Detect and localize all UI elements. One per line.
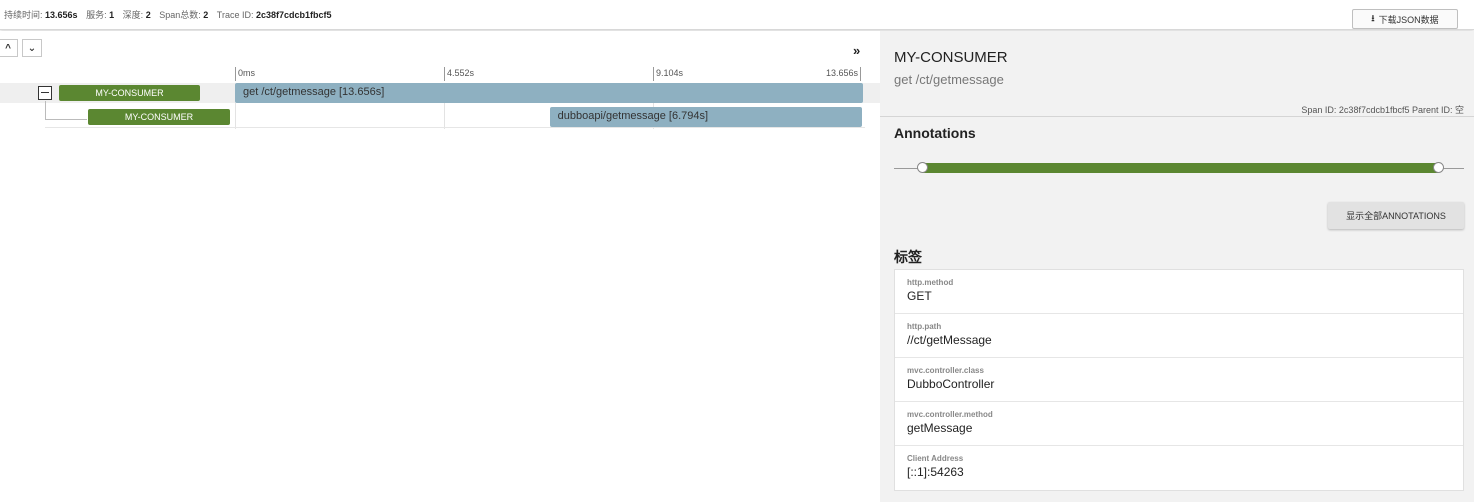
span-count-label: Span总数:	[159, 10, 201, 20]
collapse-detail-button[interactable]: »	[853, 43, 860, 58]
tags-list: http.method GET http.path //ct/getMessag…	[894, 269, 1464, 491]
service-badge: MY-CONSUMER	[59, 85, 200, 101]
tick-label: 9.104s	[653, 67, 683, 81]
collapse-toggle-icon[interactable]	[38, 86, 52, 100]
span-bar[interactable]: dubboapi/getmessage [6.794s]	[549, 107, 862, 127]
trace-id-label: Trace ID:	[216, 10, 254, 20]
annotations-heading: Annotations	[894, 125, 976, 141]
chevron-up-icon: ^	[5, 42, 11, 54]
download-json-button[interactable]: ⭳ 下载JSON数据	[1352, 9, 1458, 29]
trace-summary: 持续时间: 13.656s 服务: 1 深度: 2 Span总数: 2 Trac…	[4, 8, 338, 21]
tag-value: getMessage	[907, 421, 973, 435]
services-label: 服务:	[86, 10, 107, 20]
trace-summary-bar: 持续时间: 13.656s 服务: 1 深度: 2 Span总数: 2 Trac…	[0, 0, 1474, 30]
tag-item: mvc.controller.method getMessage	[895, 402, 1463, 446]
chevron-down-icon: ⌄	[27, 42, 37, 54]
duration-label: 持续时间:	[4, 10, 43, 20]
annotation-timeline-bar	[922, 163, 1438, 173]
service-badge: MY-CONSUMER	[88, 109, 230, 125]
detail-service-name: MY-CONSUMER	[894, 49, 1008, 66]
detail-span-name: get /ct/getmessage	[894, 72, 1004, 87]
tag-value: GET	[907, 289, 932, 303]
tick-label: 13.656s	[826, 67, 861, 81]
row-divider	[45, 127, 865, 128]
duration-value: 13.656s	[45, 10, 78, 20]
span-count-value: 2	[203, 10, 209, 20]
download-json-label: 下载JSON数据	[1378, 14, 1439, 25]
tag-value: [::1]:54263	[907, 465, 964, 479]
depth-label: 深度:	[122, 10, 144, 20]
tag-key: mvc.controller.class	[907, 366, 984, 375]
tags-heading: 标签	[894, 249, 922, 265]
annotation-marker-end[interactable]	[1433, 162, 1444, 173]
depth-value: 2	[145, 10, 151, 20]
timeline-axis: 0ms 4.552s 9.104s 13.656s	[235, 67, 865, 81]
divider	[880, 116, 1474, 117]
services-value: 1	[109, 10, 115, 20]
span-row[interactable]: MY-CONSUMER get /ct/getmessage [13.656s]	[0, 83, 880, 103]
tag-item: http.path //ct/getMessage	[895, 314, 1463, 358]
trace-id-value: 2c38f7cdcb1fbcf5	[256, 10, 332, 20]
tag-item: Client Address [::1]:54263	[895, 446, 1463, 490]
expand-down-button[interactable]: ⌄	[22, 39, 42, 57]
tag-item: http.method GET	[895, 270, 1463, 314]
annotation-marker-start[interactable]	[917, 162, 928, 173]
download-icon: ⭳	[1371, 13, 1375, 23]
span-row[interactable]: MY-CONSUMER dubboapi/getmessage [6.794s]	[0, 107, 880, 127]
tag-item: mvc.controller.class DubboController	[895, 358, 1463, 402]
span-ids: Span ID: 2c38f7cdcb1fbcf5 Parent ID: 空	[1301, 105, 1464, 115]
expand-up-button[interactable]: ^	[0, 39, 18, 57]
tag-key: http.path	[907, 322, 942, 331]
tick-label: 0ms	[235, 67, 255, 81]
span-detail-pane: MY-CONSUMER get /ct/getmessage Span ID: …	[880, 31, 1474, 502]
tag-value: DubboController	[907, 377, 995, 391]
tick-label: 4.552s	[444, 67, 474, 81]
tag-value: //ct/getMessage	[907, 333, 992, 347]
tag-key: Client Address	[907, 454, 964, 463]
span-bar[interactable]: get /ct/getmessage [13.656s]	[235, 83, 863, 103]
show-all-annotations-button[interactable]: 显示全部ANNOTATIONS	[1328, 202, 1464, 229]
double-chevron-right-icon: »	[853, 43, 861, 58]
tag-key: mvc.controller.method	[907, 410, 993, 419]
trace-timeline-pane: ^ ⌄ » 0ms 4.552s 9.104s 13.656s MY-CONSU…	[0, 31, 880, 502]
tag-key: http.method	[907, 278, 954, 287]
